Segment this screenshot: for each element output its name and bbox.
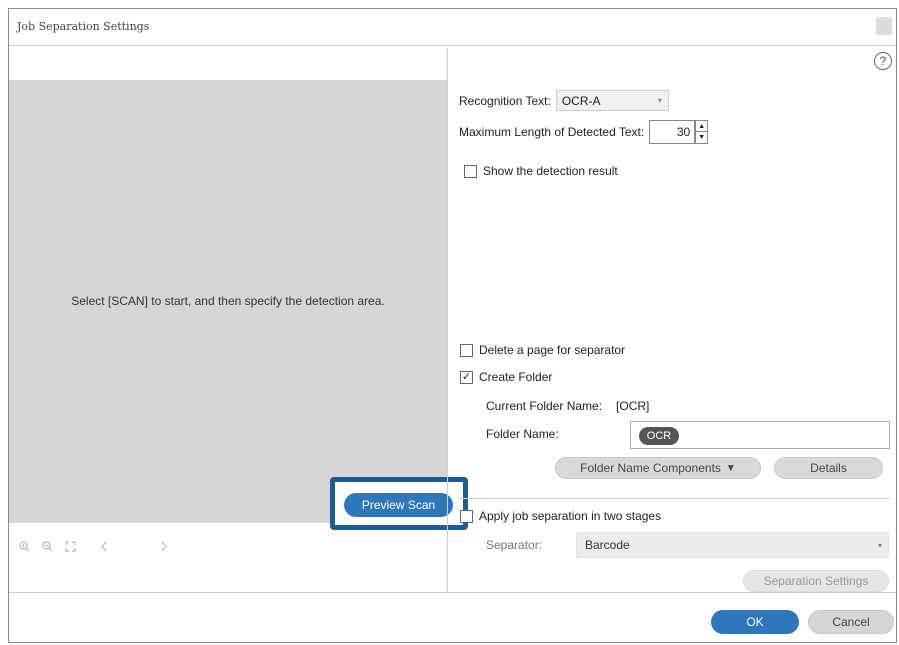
next-page-icon[interactable] <box>160 541 168 556</box>
ok-button[interactable]: OK <box>711 610 799 634</box>
max-length-label: Maximum Length of Detected Text: <box>459 125 645 139</box>
previous-page-icon[interactable] <box>100 541 108 556</box>
folder-name-components-label: Folder Name Components <box>580 461 721 475</box>
fit-page-icon[interactable] <box>65 541 76 556</box>
show-detection-label: Show the detection result <box>483 164 618 178</box>
separator-label: Separator: <box>486 538 543 552</box>
delete-page-label: Delete a page for separator <box>479 343 626 357</box>
recognition-text-label: Recognition Text: <box>459 93 551 108</box>
max-length-input[interactable]: 30 <box>649 120 696 144</box>
two-stages-row[interactable]: Apply job separation in two stages <box>460 509 661 523</box>
title-bar: Job Separation Settings <box>9 9 896 46</box>
create-folder-label: Create Folder <box>479 370 553 384</box>
delete-page-checkbox[interactable] <box>460 343 473 357</box>
current-folder-value: [OCR] <box>616 399 650 413</box>
two-stages-label: Apply job separation in two stages <box>479 509 662 523</box>
show-detection-checkbox[interactable] <box>464 164 477 178</box>
folder-name-components-button[interactable]: Folder Name Components ▼ <box>555 457 761 479</box>
spin-up-icon[interactable]: ▲ <box>695 120 709 132</box>
recognition-text-select[interactable]: OCR-A ▾ <box>555 90 669 111</box>
two-stages-checkbox[interactable] <box>460 509 473 523</box>
recognition-text-row: Recognition Text: OCR-A ▾ <box>459 90 669 111</box>
chevron-down-icon: ▾ <box>657 96 662 105</box>
folder-name-field[interactable]: OCR <box>630 421 890 449</box>
create-folder-row[interactable]: ✓ Create Folder <box>460 370 552 384</box>
settings-pane: ? Recognition Text: OCR-A ▾ Maximum Leng… <box>448 48 896 592</box>
details-button[interactable]: Details <box>774 457 883 479</box>
recognition-text-value: OCR-A <box>561 93 601 108</box>
current-folder-label: Current Folder Name: <box>486 399 603 413</box>
zoom-in-icon[interactable] <box>19 541 30 556</box>
footer-divider <box>9 592 896 593</box>
show-detection-row[interactable]: Show the detection result <box>464 164 618 178</box>
separator-row: Separator: <box>486 538 542 552</box>
folder-name-token[interactable]: OCR <box>639 427 679 445</box>
window-title: Job Separation Settings <box>17 20 150 33</box>
help-icon[interactable]: ? <box>874 52 892 70</box>
spin-down-icon[interactable]: ▼ <box>695 132 709 144</box>
zoom-out-icon[interactable] <box>42 541 53 556</box>
cancel-button[interactable]: Cancel <box>808 610 894 634</box>
max-length-row: Maximum Length of Detected Text: 30 ▲ ▼ <box>459 120 709 144</box>
create-folder-checkbox[interactable]: ✓ <box>460 370 473 384</box>
separator-select[interactable]: Barcode ▾ <box>576 532 889 558</box>
preview-hint: Select [SCAN] to start, and then specify… <box>71 294 385 308</box>
folder-name-row: Folder Name: <box>486 427 559 441</box>
preview-toolbar <box>19 541 168 556</box>
job-separation-dialog: Job Separation Settings Select [SCAN] to… <box>8 8 897 643</box>
preview-scan-button[interactable]: Preview Scan <box>344 493 453 517</box>
chevron-down-icon: ▾ <box>877 540 882 550</box>
dropdown-arrow-icon: ▼ <box>725 462 736 474</box>
separation-settings-button[interactable]: Separation Settings <box>743 570 889 592</box>
close-button[interactable] <box>876 17 892 35</box>
section-divider <box>458 498 890 499</box>
folder-name-label: Folder Name: <box>486 427 559 441</box>
max-length-stepper[interactable]: 30 ▲ ▼ <box>649 120 709 144</box>
current-folder-row: Current Folder Name: [OCR] <box>486 399 649 413</box>
preview-area[interactable]: Select [SCAN] to start, and then specify… <box>9 80 447 523</box>
delete-page-row[interactable]: Delete a page for separator <box>460 343 625 357</box>
separator-value: Barcode <box>585 538 630 552</box>
